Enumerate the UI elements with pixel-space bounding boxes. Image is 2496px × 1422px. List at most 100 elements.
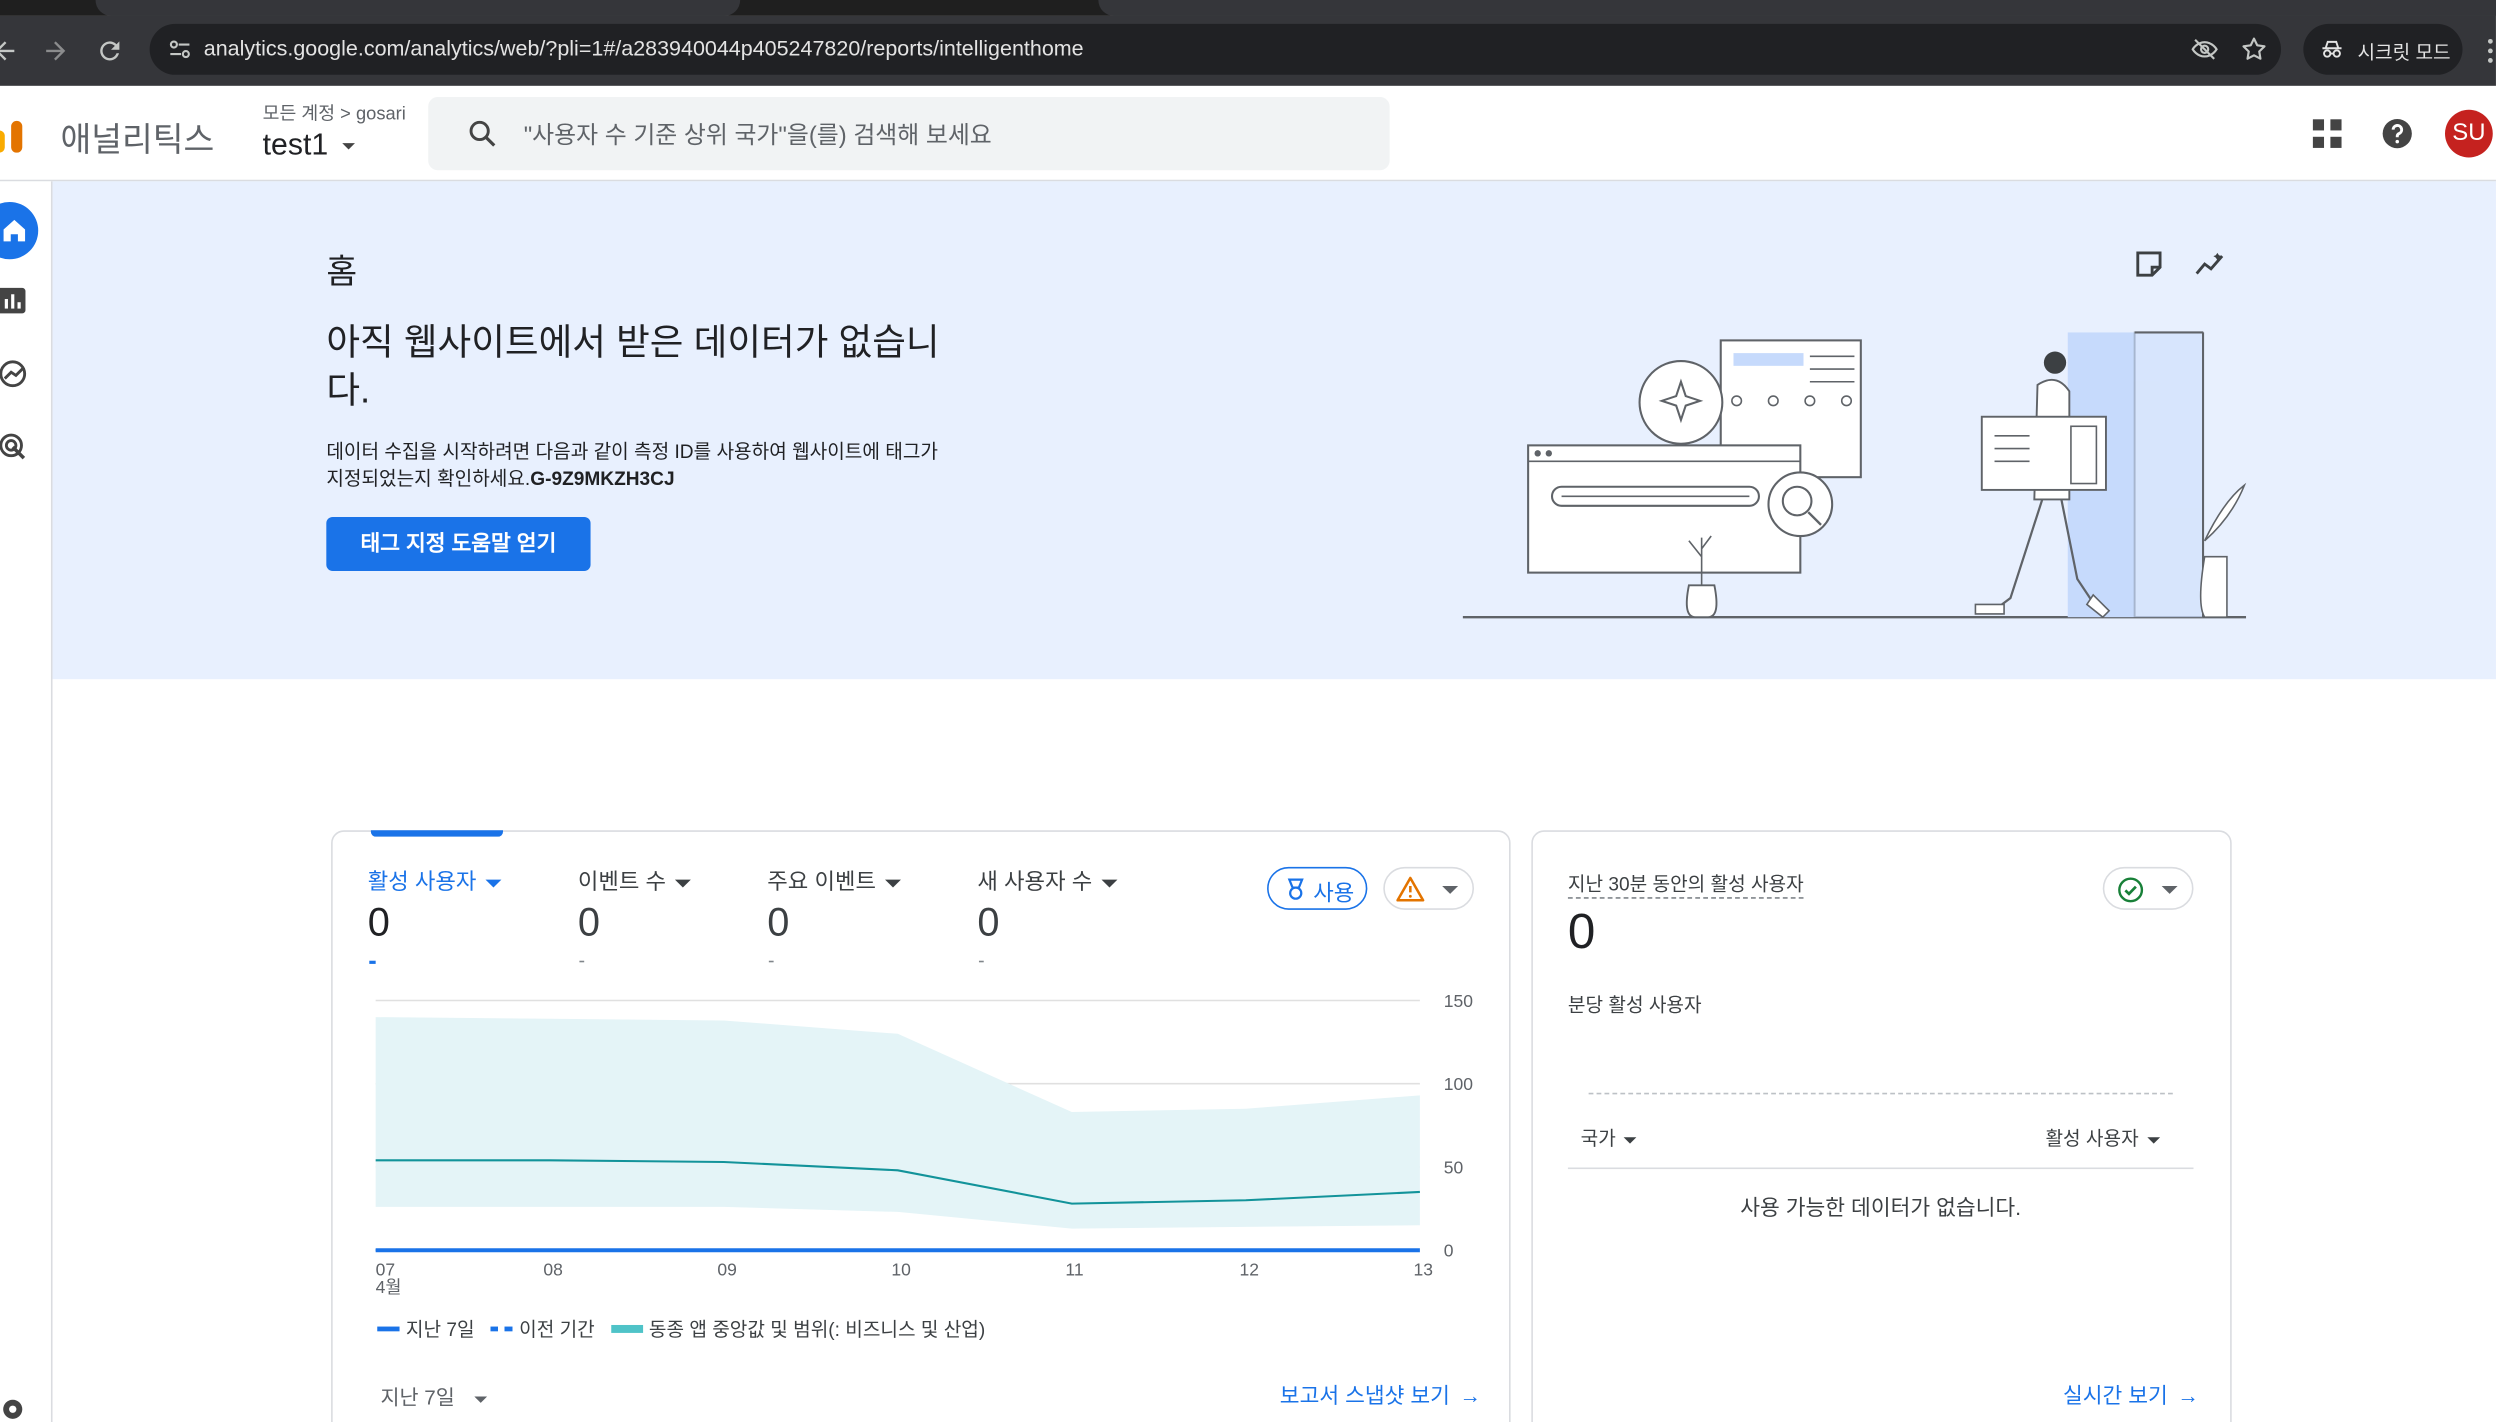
help-icon[interactable] bbox=[2380, 116, 2415, 151]
metric-change bbox=[978, 960, 984, 963]
metric-value: 0 bbox=[767, 900, 790, 945]
warning-icon bbox=[1396, 876, 1425, 902]
browser-toolbar: analytics.google.com/analytics/web/?pli=… bbox=[0, 15, 2496, 86]
realtime-title[interactable]: 지난 30분 동안의 활성 사용자 bbox=[1567, 870, 1804, 899]
avatar[interactable]: SU bbox=[2445, 109, 2493, 158]
account-breadcrumb[interactable]: 모든 계정 > gosari bbox=[263, 100, 406, 125]
benchmark-use-button[interactable]: 사용 bbox=[1267, 866, 1368, 910]
column-header-country[interactable]: 국가 bbox=[1581, 1125, 1637, 1152]
legend-swatch bbox=[610, 1324, 643, 1333]
reload-icon[interactable] bbox=[96, 37, 125, 66]
insights-icon[interactable] bbox=[2194, 248, 2226, 280]
browser-tab[interactable] bbox=[1098, 0, 2496, 16]
tracking-eye-off-icon[interactable] bbox=[2190, 35, 2219, 64]
address-bar[interactable]: analytics.google.com/analytics/web/?pli=… bbox=[149, 23, 2282, 75]
explore-icon[interactable] bbox=[0, 359, 29, 388]
y-tick-label: 150 bbox=[1444, 991, 1473, 1011]
search-icon bbox=[469, 120, 496, 147]
empty-state-text: 사용 가능한 데이터가 없습니다. bbox=[1740, 1196, 2022, 1220]
realtime-link-label: 실시간 보기 bbox=[2062, 1383, 2168, 1408]
back-icon[interactable] bbox=[0, 37, 19, 66]
setup-description: 데이터 수집을 시작하려면 다음과 같이 측정 ID를 사용하여 웹사이트에 태… bbox=[326, 439, 939, 493]
product-name[interactable]: 애널리틱스 bbox=[60, 115, 214, 163]
per-minute-sparkline bbox=[1588, 1092, 2173, 1095]
column-label: 국가 bbox=[1580, 1127, 1616, 1151]
metric-value: 0 bbox=[367, 900, 390, 945]
legend-swatch bbox=[490, 1326, 513, 1332]
date-range-label: 지난 7일 bbox=[380, 1385, 455, 1410]
realtime-status-button[interactable] bbox=[2102, 866, 2194, 910]
chevron-down-icon bbox=[885, 879, 902, 888]
search-placeholder: "사용자 수 기준 상위 국가"을(를) 검색해 보세요 bbox=[523, 122, 992, 150]
page-title: 홈 bbox=[326, 254, 358, 292]
browser-tab[interactable] bbox=[95, 0, 741, 16]
metric-tab-new-users[interactable]: 새 사용자 수 bbox=[977, 865, 1118, 897]
chevron-down-icon bbox=[473, 1395, 487, 1403]
realtime-subtitle: 분당 활성 사용자 bbox=[1567, 994, 1702, 1017]
site-settings-icon[interactable] bbox=[166, 35, 195, 64]
nav-home[interactable] bbox=[0, 202, 39, 260]
incognito-indicator[interactable]: 시크릿 모드 bbox=[2303, 23, 2463, 75]
chevron-down-icon bbox=[675, 879, 692, 888]
legend-swatch bbox=[377, 1326, 400, 1332]
no-data-heading: 아직 웹사이트에서 받은 데이터가 없습니다. bbox=[326, 321, 940, 411]
reports-bar-chart-icon[interactable] bbox=[0, 286, 29, 315]
metric-label: 주요 이벤트 bbox=[767, 868, 876, 894]
metric-label: 새 사용자 수 bbox=[977, 868, 1093, 894]
browser-menu-icon[interactable] bbox=[2485, 38, 2496, 63]
legend-item: 지난 7일 bbox=[377, 1315, 475, 1342]
column-label: 활성 사용자 bbox=[2045, 1127, 2139, 1151]
chevron-down-icon[interactable] bbox=[341, 140, 357, 153]
report-snapshot-link[interactable]: 보고서 스냅샷 보기 → bbox=[1280, 1377, 1481, 1409]
realtime-view-link[interactable]: 실시간 보기 → bbox=[2063, 1377, 2199, 1409]
chevron-down-icon bbox=[2146, 1137, 2160, 1144]
chevron-down-icon bbox=[1101, 879, 1118, 888]
analytics-logo-icon[interactable] bbox=[0, 115, 35, 153]
advertising-icon[interactable] bbox=[0, 433, 29, 462]
x-tick-label: 11 bbox=[1065, 1260, 1083, 1280]
bookmark-star-icon[interactable] bbox=[2240, 35, 2269, 64]
url-text[interactable]: analytics.google.com/analytics/web/?pli=… bbox=[204, 37, 1084, 61]
x-tick-label: 13 bbox=[1414, 1260, 1433, 1280]
metric-change bbox=[768, 960, 774, 963]
legend-label: 이전 기간 bbox=[519, 1318, 595, 1341]
metric-tab-active-users[interactable]: 활성 사용자 bbox=[368, 865, 502, 897]
apps-grid-icon[interactable] bbox=[2310, 116, 2345, 151]
metric-tab-event-count[interactable]: 이벤트 수 bbox=[578, 865, 692, 897]
chart-legend: 지난 7일 이전 기간 동종 앱 중앙값 및 범위(: 비즈니스 및 산업) bbox=[377, 1315, 985, 1342]
x-tick-label: 09 bbox=[717, 1260, 736, 1280]
property-selector[interactable]: test1 bbox=[263, 129, 329, 164]
metric-change bbox=[369, 960, 376, 964]
legend-label: 지난 7일 bbox=[405, 1318, 475, 1341]
empty-state-illustration bbox=[1462, 331, 2247, 619]
column-header-active-users[interactable]: 활성 사용자 bbox=[2045, 1125, 2160, 1152]
measurement-id: G-9Z9MKZH3CJ bbox=[530, 467, 675, 490]
legend-item: 이전 기간 bbox=[490, 1315, 595, 1342]
date-range-selector[interactable]: 지난 7일 bbox=[380, 1381, 487, 1411]
sticky-note-icon[interactable] bbox=[2133, 248, 2165, 280]
x-tick-label: 12 bbox=[1239, 1260, 1258, 1280]
y-tick-label: 0 bbox=[1444, 1241, 1454, 1261]
chevron-down-icon bbox=[2161, 885, 2178, 894]
settings-gear-icon[interactable] bbox=[0, 1397, 25, 1422]
divider bbox=[1567, 1167, 2194, 1170]
arrow-right-icon: → bbox=[2177, 1383, 2199, 1408]
data-quality-button[interactable] bbox=[1383, 866, 1475, 910]
tagging-help-button[interactable]: 태그 지정 도움말 얻기 bbox=[326, 516, 591, 572]
app-header: 애널리틱스 모든 계정 > gosari test1 "사용자 수 기준 상위 … bbox=[0, 85, 2496, 182]
incognito-label: 시크릿 모드 bbox=[2357, 41, 2451, 64]
metric-tab-key-events[interactable]: 주요 이벤트 bbox=[767, 865, 902, 897]
metric-change bbox=[579, 960, 585, 963]
active-tab-indicator bbox=[370, 830, 504, 837]
browser-tab-strip bbox=[0, 0, 2496, 16]
x-month-label: 4월 bbox=[376, 1277, 402, 1297]
incognito-icon bbox=[2322, 40, 2342, 58]
chevron-down-icon bbox=[485, 879, 502, 888]
x-tick-label: 10 bbox=[891, 1260, 911, 1280]
search-box[interactable]: "사용자 수 기준 상위 국가"을(를) 검색해 보세요 bbox=[428, 97, 1390, 171]
check-circle-icon bbox=[2118, 877, 2144, 903]
peer-range-band bbox=[375, 1017, 1420, 1229]
metric-value: 0 bbox=[977, 900, 1000, 945]
overview-line-chart: 05010015007 08 09 10 11 12 134월 bbox=[375, 991, 1473, 1297]
forward-icon[interactable] bbox=[41, 37, 70, 66]
